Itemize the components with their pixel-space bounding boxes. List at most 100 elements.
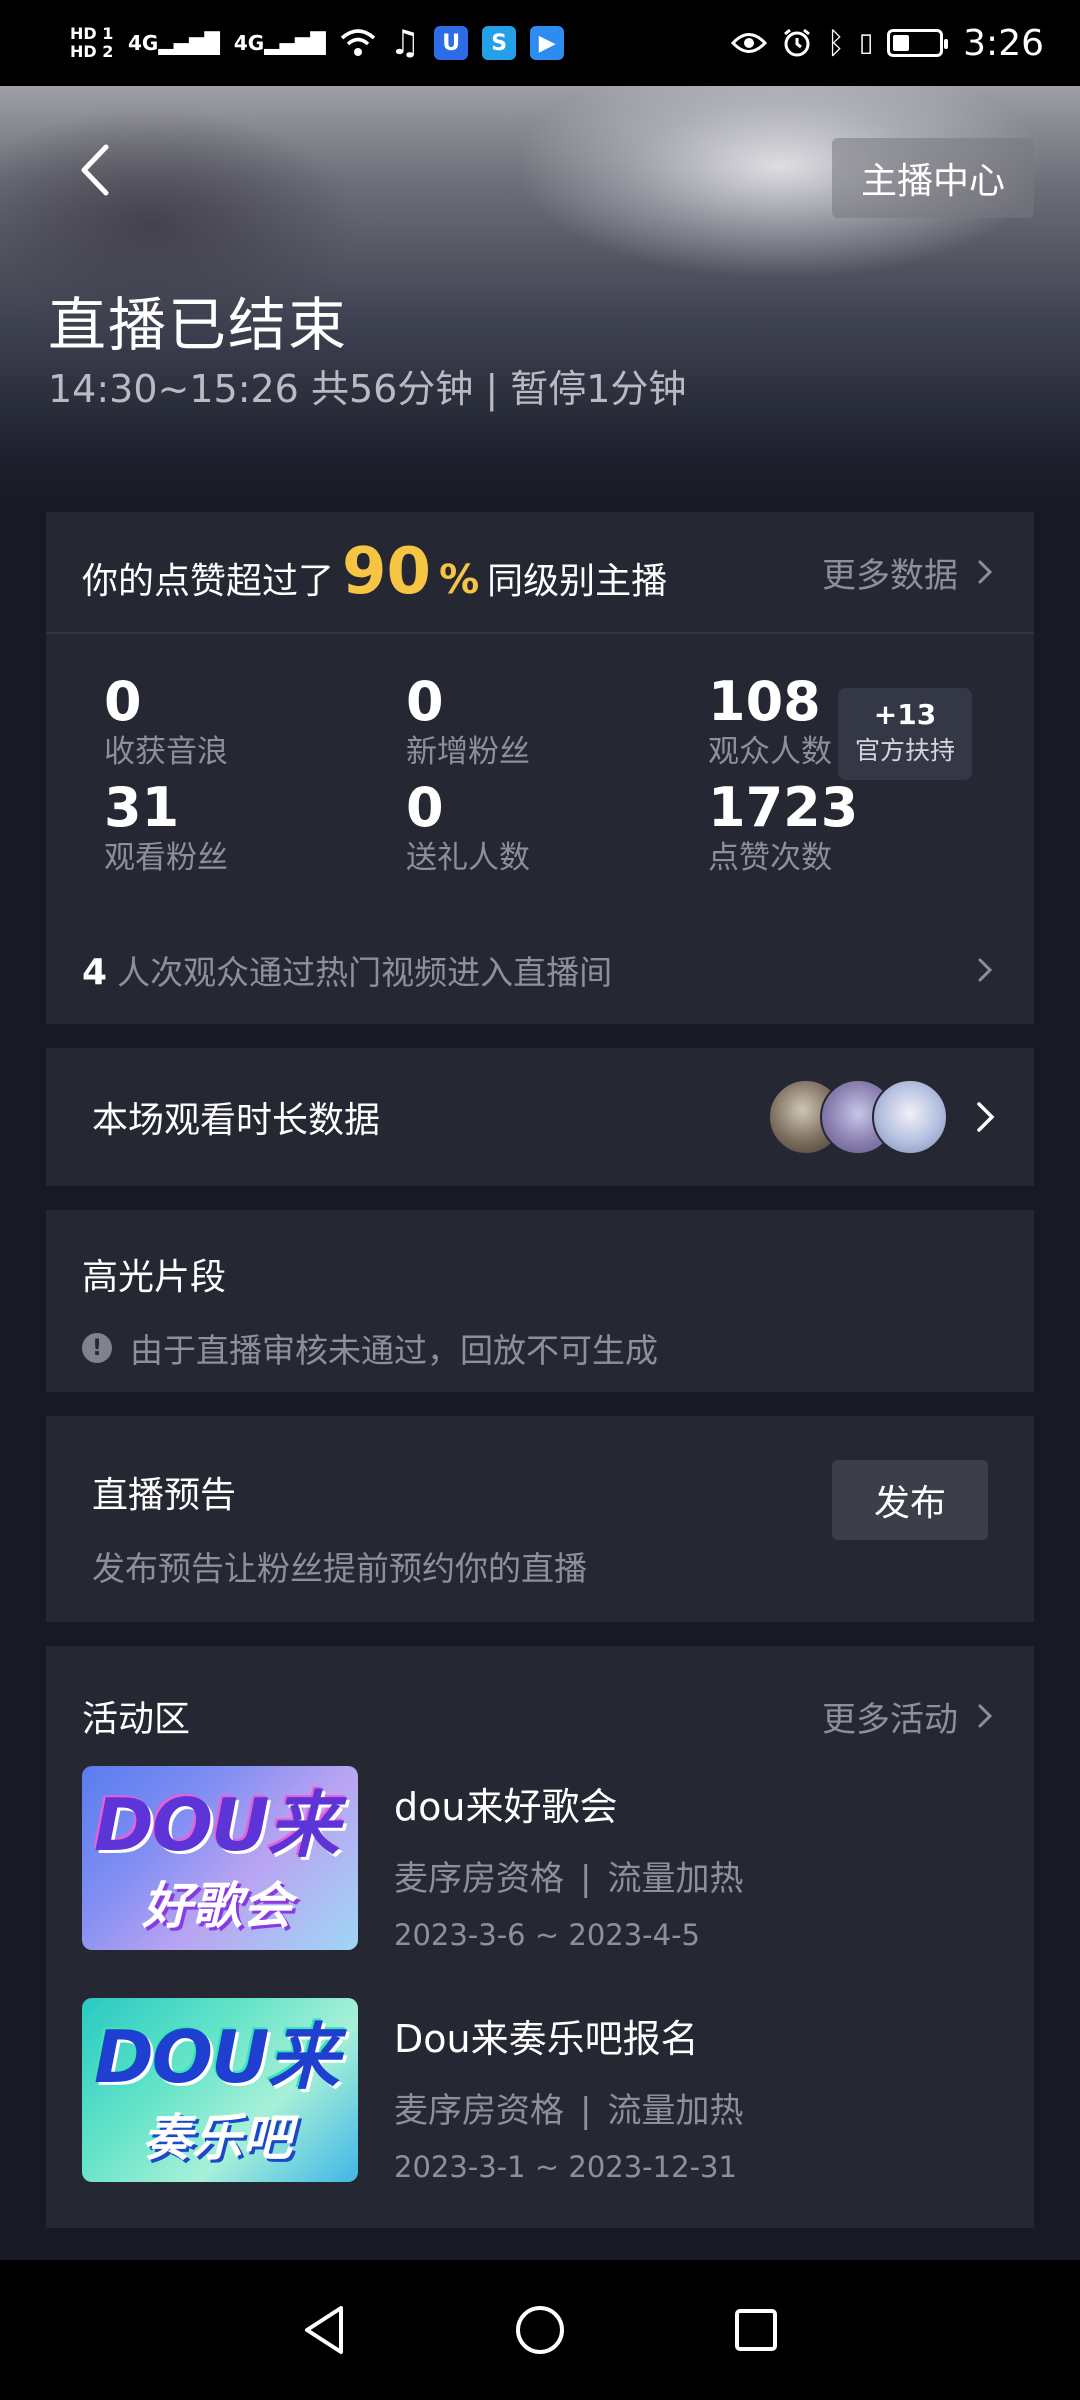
viewer-avatars bbox=[768, 1079, 948, 1155]
support-label: 官方扶持 bbox=[854, 736, 955, 765]
chevron-right-icon bbox=[977, 1102, 995, 1132]
activity-item[interactable]: DOU来 好歌会 dou来好歌会 麦序房资格 | 流量加热 2023-3-6 ~ 2… bbox=[82, 1766, 998, 1952]
stat-label: 观看粉丝 bbox=[104, 840, 228, 876]
stat-value: 1723 bbox=[708, 776, 859, 839]
alarm-icon bbox=[783, 28, 810, 57]
stat-value: 31 bbox=[104, 776, 180, 839]
back-button[interactable] bbox=[70, 140, 120, 200]
like-rank-text: 你的点赞超过了 90 % 同级别主播 bbox=[82, 535, 667, 609]
like-rank-prefix: 你的点赞超过了 bbox=[82, 561, 335, 602]
like-rank-percent: 90 bbox=[342, 535, 432, 609]
more-activities-link[interactable]: 更多活动 bbox=[822, 1692, 998, 1741]
nav-back-button[interactable] bbox=[296, 2302, 352, 2358]
tag-separator: | bbox=[580, 1859, 592, 1899]
activity-date: 2023-3-6 ~ 2023-4-5 bbox=[394, 1918, 701, 1952]
stat-value: 0 bbox=[104, 670, 142, 733]
eye-icon bbox=[730, 33, 767, 53]
activity-tag: 流量加热 bbox=[607, 1859, 744, 1899]
triangle-back-icon bbox=[305, 2306, 343, 2354]
activity-thumbnail: DOU来 奏乐吧 bbox=[82, 1998, 358, 2182]
activity-info: dou来好歌会 麦序房资格 | 流量加热 2023-3-6 ~ 2023-4-5 bbox=[394, 1766, 743, 1952]
activities-title: 活动区 bbox=[82, 1699, 191, 1740]
activities-header: 活动区 更多活动 bbox=[82, 1686, 998, 1746]
activity-tags: 麦序房资格 | 流量加热 bbox=[394, 2083, 743, 2132]
stat-value: 0 bbox=[406, 670, 444, 733]
activity-tag: 麦序房资格 bbox=[394, 2091, 564, 2131]
anchor-center-button[interactable]: 主播中心 bbox=[832, 138, 1034, 218]
highlights-note-text: 由于直播审核未通过，回放不可生成 bbox=[130, 1331, 658, 1370]
thumbnail-logo: DOU来 bbox=[94, 1783, 339, 1867]
music-icon: ♫ bbox=[389, 23, 421, 63]
status-bar-left: HD 1 HD 2 4G▂▄▆█ 4G▂▄▆█ ♫ U S ▶ bbox=[70, 23, 565, 63]
vibrate-icon: ▯ bbox=[858, 28, 874, 58]
signal-icon-2: 4G▂▄▆█ bbox=[233, 31, 326, 55]
more-data-label: 更多数据 bbox=[822, 555, 958, 596]
nav-recents-button[interactable] bbox=[728, 2302, 784, 2358]
hot-video-label: 人次观众通过热门视频进入直播间 bbox=[117, 953, 613, 992]
warning-icon: ! bbox=[82, 1333, 112, 1363]
activity-date: 2023-3-1 ~ 2023-12-31 bbox=[394, 2150, 737, 2184]
activity-tags: 麦序房资格 | 流量加热 bbox=[394, 1851, 743, 1900]
activity-tag: 流量加热 bbox=[607, 2091, 744, 2131]
tag-separator: | bbox=[580, 2091, 592, 2131]
app-icon-flag: ▶ bbox=[530, 26, 565, 60]
net2-label: 4G bbox=[233, 31, 265, 55]
hd2-label: HD 2 bbox=[70, 42, 114, 61]
battery-icon bbox=[887, 29, 949, 57]
circle-home-icon bbox=[516, 2306, 564, 2354]
app-icon-s: S bbox=[482, 26, 517, 60]
stat-value: 0 bbox=[406, 776, 444, 839]
watch-duration-row[interactable]: 本场观看时长数据 bbox=[46, 1048, 1034, 1186]
stat-new-fans: 0 新增粉丝 bbox=[406, 672, 646, 772]
activity-tag: 麦序房资格 bbox=[394, 1859, 564, 1899]
status-bar: HD 1 HD 2 4G▂▄▆█ 4G▂▄▆█ ♫ U S ▶ ᛒ ▯ 3:26 bbox=[0, 0, 1080, 86]
thumbnail-logo: DOU来 bbox=[94, 2015, 339, 2099]
stat-label: 送礼人数 bbox=[406, 840, 530, 876]
activity-name: dou来好歌会 bbox=[394, 1785, 618, 1829]
more-data-link[interactable]: 更多数据 bbox=[822, 548, 998, 597]
stat-likes: 1723 点赞次数 bbox=[708, 778, 948, 878]
hot-video-count: 4 bbox=[82, 952, 108, 993]
stat-watching-fans: 31 观看粉丝 bbox=[104, 778, 344, 878]
system-nav-bar bbox=[0, 2260, 1080, 2400]
thumbnail-subtitle: 好歌会 bbox=[142, 1877, 292, 1935]
more-activities-label: 更多活动 bbox=[822, 1699, 958, 1740]
activities-card: 活动区 更多活动 DOU来 好歌会 dou来好歌会 麦序房资格 | 流量加热 202… bbox=[46, 1646, 1034, 2228]
watch-duration-right bbox=[768, 1079, 998, 1155]
activity-thumbnail: DOU来 好歌会 bbox=[82, 1766, 358, 1950]
status-time: 3:26 bbox=[963, 22, 1044, 64]
avatar bbox=[872, 1079, 948, 1155]
official-support-badge: +13 官方扶持 bbox=[838, 688, 972, 780]
hot-video-entry-row[interactable]: 4 人次观众通过热门视频进入直播间 bbox=[82, 940, 998, 1000]
chevron-right-icon bbox=[978, 560, 993, 584]
highlights-note: ! 由于直播审核未通过，回放不可生成 bbox=[82, 1324, 998, 1372]
activity-name: Dou来奏乐吧报名 bbox=[394, 2017, 699, 2061]
live-preview-card: 直播预告 发布预告让粉丝提前预约你的直播 发布 bbox=[46, 1416, 1034, 1622]
hd-indicator: HD 1 HD 2 bbox=[70, 25, 114, 61]
signal-icon: 4G▂▄▆█ bbox=[128, 31, 220, 55]
highlights-card: 高光片段 ! 由于直播审核未通过，回放不可生成 bbox=[46, 1210, 1034, 1392]
live-ended-header: 主播中心 直播已结束 14:30~15:26 共56分钟 | 暂停1分钟 bbox=[0, 86, 1080, 516]
like-rank-suffix: 同级别主播 bbox=[487, 561, 668, 602]
support-count: +13 bbox=[873, 698, 937, 731]
live-stats-card: 你的点赞超过了 90 % 同级别主播 更多数据 0 收获音浪 0 新增粉丝 10… bbox=[46, 512, 1034, 1024]
stat-label: 收获音浪 bbox=[104, 734, 228, 770]
status-bar-right: ᛒ ▯ 3:26 bbox=[730, 22, 1044, 64]
stat-value: 108 bbox=[708, 670, 821, 733]
thumbnail-subtitle: 奏乐吧 bbox=[142, 2109, 292, 2167]
live-duration: 14:30~15:26 共56分钟 | 暂停1分钟 bbox=[48, 367, 687, 411]
net1-label: 4G bbox=[128, 31, 159, 55]
nav-home-button[interactable] bbox=[512, 2302, 568, 2358]
chevron-right-icon bbox=[978, 1704, 993, 1728]
square-recents-icon bbox=[735, 2309, 777, 2351]
back-arrow-icon bbox=[81, 144, 109, 196]
app-icon-u: U bbox=[434, 26, 469, 60]
live-preview-subtitle: 发布预告让粉丝提前预约你的直播 bbox=[92, 1549, 587, 1588]
publish-button[interactable]: 发布 bbox=[832, 1460, 988, 1540]
like-rank-row: 你的点赞超过了 90 % 同级别主播 更多数据 bbox=[46, 512, 1034, 634]
activity-item[interactable]: DOU来 奏乐吧 Dou来奏乐吧报名 麦序房资格 | 流量加热 2023-3-1 ~… bbox=[82, 1998, 998, 2184]
hot-video-entry-text: 4 人次观众通过热门视频进入直播间 bbox=[82, 946, 612, 994]
stat-label: 观众人数 bbox=[708, 734, 832, 770]
like-rank-percent-symbol: % bbox=[439, 557, 480, 603]
watch-duration-title: 本场观看时长数据 bbox=[92, 1100, 381, 1141]
